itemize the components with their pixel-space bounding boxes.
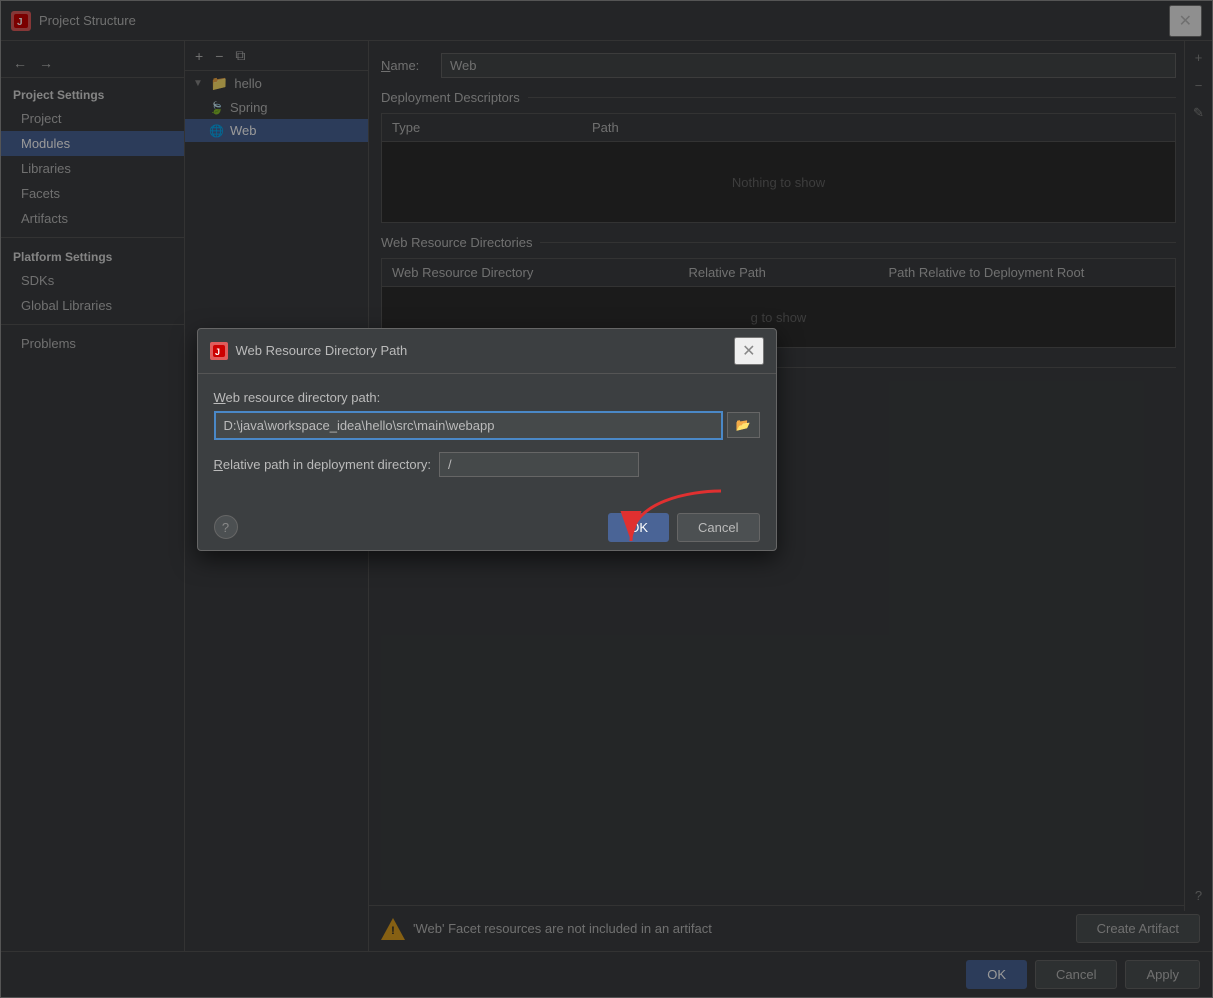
dialog-path-label: Web resource directory path: <box>214 390 760 405</box>
dialog-app-icon: J <box>210 342 228 360</box>
dialog-path-input[interactable] <box>214 411 723 440</box>
dialog-overlay: J Web Resource Directory Path ✕ Web reso… <box>1 1 1212 997</box>
dialog-cancel-button[interactable]: Cancel <box>677 513 759 542</box>
relative-path-label: Relative path in deployment directory: <box>214 457 432 472</box>
dialog-ok-button[interactable]: OK <box>608 513 669 542</box>
dialog-relative-row: Relative path in deployment directory: <box>214 452 760 477</box>
dialog-browse-button[interactable]: 📂 <box>727 412 760 438</box>
main-window: J Project Structure ✕ ← → Project Settin… <box>0 0 1213 998</box>
web-resource-dialog: J Web Resource Directory Path ✕ Web reso… <box>197 328 777 551</box>
dialog-footer: ? OK Cancel <box>198 505 776 550</box>
dialog-help-button[interactable]: ? <box>214 515 238 539</box>
svg-text:J: J <box>215 347 220 357</box>
dialog-relative-input[interactable] <box>439 452 639 477</box>
dialog-close-button[interactable]: ✕ <box>734 337 763 365</box>
dialog-body: Web resource directory path: 📂 Relative … <box>198 374 776 505</box>
dialog-title-bar: J Web Resource Directory Path ✕ <box>198 329 776 374</box>
folder-browse-icon: 📂 <box>736 418 751 432</box>
dialog-path-row: 📂 <box>214 411 760 440</box>
dialog-title-text: Web Resource Directory Path <box>236 343 727 358</box>
